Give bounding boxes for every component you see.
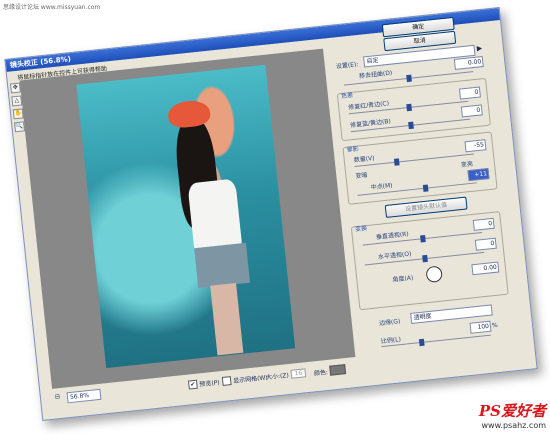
amount-thumb[interactable] — [393, 158, 400, 166]
grid-checkbox[interactable] — [221, 376, 232, 386]
edge-label: 边缘(G) — [378, 318, 401, 328]
preview-label: 预览(P) — [199, 379, 221, 389]
distortion-label: 移去扭曲(D) — [358, 69, 393, 81]
lighten-label: 变亮 — [460, 160, 474, 169]
horizontal-perspective-field[interactable]: 0 — [474, 237, 497, 251]
transform-section-title: 变换 — [354, 225, 368, 234]
midpoint-thumb[interactable] — [422, 184, 429, 192]
distortion-thumb[interactable] — [406, 74, 412, 83]
settings-label: 设置(E): — [335, 61, 359, 71]
blue-yellow-thumb[interactable] — [408, 121, 414, 130]
lens-correction-dialog: 镜头校正 (56.8%) 将鼠标指针放在控件上可获得帮助 ✥ △ ✋ 🔍 ⊟ 5… — [4, 6, 538, 422]
vertical-perspective-thumb[interactable] — [420, 235, 426, 243]
size-field[interactable]: 16 — [290, 368, 307, 379]
site-logo: PS爱好者 — [478, 402, 546, 420]
darken-label: 变暗 — [355, 171, 368, 180]
red-cyan-thumb[interactable] — [406, 103, 412, 112]
size-label: 大小:(Z) — [265, 372, 290, 382]
preview-canvas[interactable] — [19, 48, 356, 389]
site-watermark: PS爱好者 www.psahz.com — [479, 400, 546, 430]
preview-photo — [76, 64, 296, 369]
photo-shorts — [194, 242, 251, 289]
size-option: 大小:(Z) 16 — [266, 368, 307, 381]
preview-option[interactable]: ✔ 预览(P) — [187, 377, 221, 390]
preview-checkbox[interactable]: ✔ — [187, 379, 198, 390]
red-cyan-field[interactable]: 0 — [458, 86, 481, 100]
color-option: 颜色: — [313, 364, 347, 377]
scale-unit: % — [491, 321, 498, 330]
grid-option[interactable]: 显示网格(W) — [221, 372, 269, 386]
zoom-minus-icon[interactable]: ⊟ — [55, 393, 61, 400]
settings-panel: 确定 取消 设置(E): 自定 ▶ 移去扭曲(D) 0.00 色差 修复红/青边… — [326, 8, 533, 386]
vertical-perspective-field[interactable]: 0 — [472, 217, 495, 231]
midpoint-field[interactable]: +11 — [467, 168, 490, 182]
photo-legs — [210, 283, 244, 356]
grid-color-swatch[interactable] — [329, 364, 347, 376]
chroma-section-title: 色差 — [340, 91, 354, 101]
amount-field[interactable]: -55 — [464, 139, 487, 153]
distortion-field[interactable]: 0.00 — [453, 56, 484, 70]
top-watermark: 思缘设计论坛 www.missyuan.com — [3, 4, 101, 11]
site-url: www.psahz.com — [481, 421, 546, 430]
photo-shirt — [187, 178, 243, 254]
zoom-select[interactable]: 56.8% — [66, 388, 102, 404]
vignette-section-title: 晕影 — [346, 145, 360, 154]
scale-thumb[interactable] — [418, 338, 425, 347]
settings-menu-icon[interactable]: ▶ — [476, 44, 482, 53]
blue-yellow-field[interactable]: 0 — [460, 104, 483, 118]
color-label: 颜色: — [313, 368, 329, 377]
horizontal-perspective-thumb[interactable] — [422, 254, 428, 263]
scale-field[interactable]: 100 — [469, 320, 492, 334]
grid-label: 显示网格(W) — [232, 374, 269, 385]
